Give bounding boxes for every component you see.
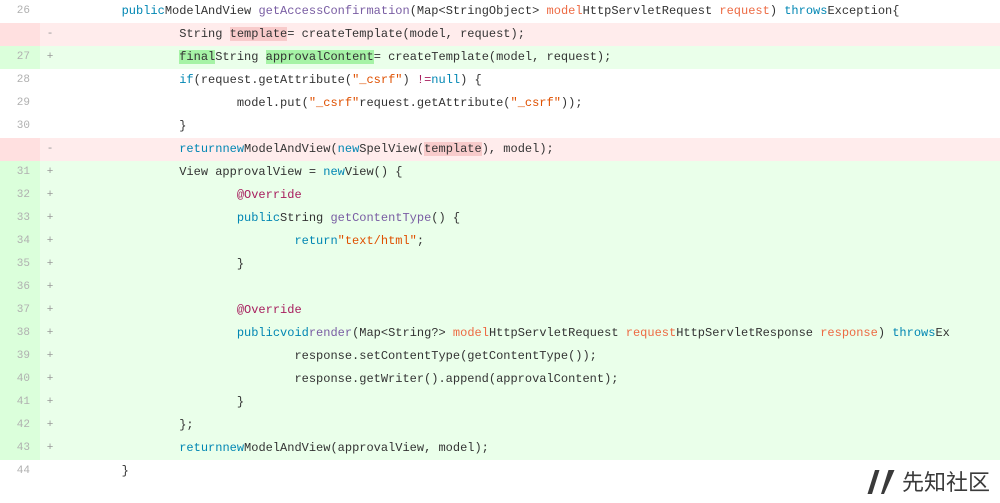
code-cell: }; bbox=[60, 414, 1000, 437]
diff-line[interactable]: 43+ returnnewModelAndView(approvalView, … bbox=[0, 437, 1000, 460]
line-number: 42 bbox=[0, 414, 40, 437]
diff-line[interactable]: 30 } bbox=[0, 115, 1000, 138]
diff-table: 26 publicModelAndView getAccessConfirmat… bbox=[0, 0, 1000, 483]
diff-line[interactable]: 41+ } bbox=[0, 391, 1000, 414]
diff-marker: + bbox=[40, 391, 60, 414]
diff-marker: + bbox=[40, 230, 60, 253]
diff-marker: + bbox=[40, 299, 60, 322]
code-cell bbox=[60, 276, 1000, 299]
diff-line[interactable]: 39+ response.setContentType(getContentTy… bbox=[0, 345, 1000, 368]
code-cell: } bbox=[60, 391, 1000, 414]
line-number: 40 bbox=[0, 368, 40, 391]
diff-marker: - bbox=[40, 138, 60, 161]
code-cell: finalString approvalContent= createTempl… bbox=[60, 46, 1000, 69]
code-cell: @Override bbox=[60, 299, 1000, 322]
line-number: 32 bbox=[0, 184, 40, 207]
diff-line[interactable]: 38+ publicvoidrender(Map<String?> modelH… bbox=[0, 322, 1000, 345]
line-number: 37 bbox=[0, 299, 40, 322]
line-number: 28 bbox=[0, 69, 40, 92]
diff-marker bbox=[40, 460, 60, 483]
code-cell: } bbox=[60, 115, 1000, 138]
line-number bbox=[0, 23, 40, 46]
diff-line[interactable]: 36+ bbox=[0, 276, 1000, 299]
diff-marker bbox=[40, 69, 60, 92]
line-number: 43 bbox=[0, 437, 40, 460]
diff-marker: + bbox=[40, 345, 60, 368]
line-number: 36 bbox=[0, 276, 40, 299]
diff-line[interactable]: 33+ publicString getContentType() { bbox=[0, 207, 1000, 230]
line-number: 26 bbox=[0, 0, 40, 23]
watermark-icon bbox=[866, 467, 896, 497]
code-cell: returnnewModelAndView(newSpelView(templa… bbox=[60, 138, 1000, 161]
diff-marker: + bbox=[40, 161, 60, 184]
diff-line[interactable]: 26 publicModelAndView getAccessConfirmat… bbox=[0, 0, 1000, 23]
line-number: 39 bbox=[0, 345, 40, 368]
diff-marker: - bbox=[40, 23, 60, 46]
code-cell: publicString getContentType() { bbox=[60, 207, 1000, 230]
code-cell: publicvoidrender(Map<String?> modelHttpS… bbox=[60, 322, 1000, 345]
watermark: 先知社区 bbox=[866, 467, 990, 497]
code-cell: publicModelAndView getAccessConfirmation… bbox=[60, 0, 1000, 23]
diff-line[interactable]: 28 if(request.getAttribute("_csrf") !=nu… bbox=[0, 69, 1000, 92]
diff-marker: + bbox=[40, 437, 60, 460]
line-number: 29 bbox=[0, 92, 40, 115]
diff-line[interactable]: - String template= createTemplate(model,… bbox=[0, 23, 1000, 46]
diff-line[interactable]: 44 } bbox=[0, 460, 1000, 483]
line-number: 41 bbox=[0, 391, 40, 414]
line-number: 38 bbox=[0, 322, 40, 345]
diff-line[interactable]: 37+ @Override bbox=[0, 299, 1000, 322]
diff-marker: + bbox=[40, 368, 60, 391]
code-cell: response.getWriter().append(approvalCont… bbox=[60, 368, 1000, 391]
diff-marker: + bbox=[40, 253, 60, 276]
code-cell: returnnewModelAndView(approvalView, mode… bbox=[60, 437, 1000, 460]
code-cell: model.put("_csrf"request.getAttribute("_… bbox=[60, 92, 1000, 115]
diff-marker: + bbox=[40, 46, 60, 69]
diff-line[interactable]: 40+ response.getWriter().append(approval… bbox=[0, 368, 1000, 391]
line-number: 27 bbox=[0, 46, 40, 69]
diff-line[interactable]: 42+ }; bbox=[0, 414, 1000, 437]
code-cell: } bbox=[60, 253, 1000, 276]
line-number: 30 bbox=[0, 115, 40, 138]
diff-marker: + bbox=[40, 276, 60, 299]
diff-line[interactable]: 29 model.put("_csrf"request.getAttribute… bbox=[0, 92, 1000, 115]
diff-marker: + bbox=[40, 322, 60, 345]
line-number: 31 bbox=[0, 161, 40, 184]
diff-marker bbox=[40, 115, 60, 138]
line-number: 44 bbox=[0, 460, 40, 483]
code-cell: String template= createTemplate(model, r… bbox=[60, 23, 1000, 46]
diff-marker bbox=[40, 0, 60, 23]
diff-marker: + bbox=[40, 414, 60, 437]
code-cell: response.setContentType(getContentType()… bbox=[60, 345, 1000, 368]
diff-line[interactable]: 27+ finalString approvalContent= createT… bbox=[0, 46, 1000, 69]
diff-line[interactable]: - returnnewModelAndView(newSpelView(temp… bbox=[0, 138, 1000, 161]
code-cell: return"text/html"; bbox=[60, 230, 1000, 253]
watermark-text: 先知社区 bbox=[902, 471, 990, 494]
diff-line[interactable]: 34+ return"text/html"; bbox=[0, 230, 1000, 253]
diff-marker: + bbox=[40, 184, 60, 207]
diff-line[interactable]: 35+ } bbox=[0, 253, 1000, 276]
line-number: 35 bbox=[0, 253, 40, 276]
code-cell: @Override bbox=[60, 184, 1000, 207]
code-cell: if(request.getAttribute("_csrf") !=null)… bbox=[60, 69, 1000, 92]
diff-line[interactable]: 31+ View approvalView = newView() { bbox=[0, 161, 1000, 184]
line-number: 34 bbox=[0, 230, 40, 253]
diff-marker bbox=[40, 92, 60, 115]
line-number: 33 bbox=[0, 207, 40, 230]
code-cell: View approvalView = newView() { bbox=[60, 161, 1000, 184]
diff-marker: + bbox=[40, 207, 60, 230]
code-cell: } bbox=[60, 460, 1000, 483]
diff-line[interactable]: 32+ @Override bbox=[0, 184, 1000, 207]
line-number bbox=[0, 138, 40, 161]
